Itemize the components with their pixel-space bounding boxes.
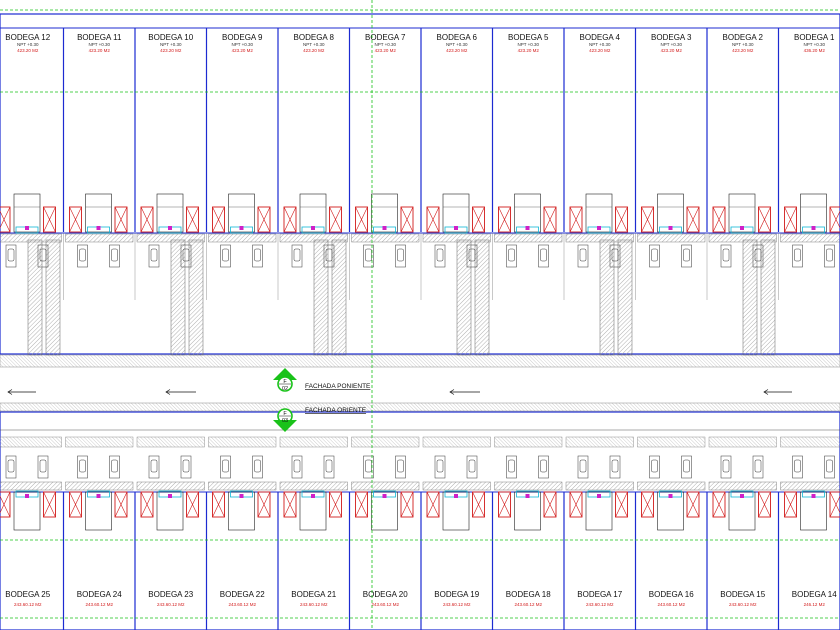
bay-level: NPT +0.30 — [589, 42, 611, 47]
bay-bottom[interactable]: BODEGA 18 243.60.12 M2 — [491, 436, 563, 630]
bay-name: BODEGA 25 — [5, 590, 50, 599]
bay-top[interactable]: BODEGA 9NPT +0.30423.20 M2 — [205, 28, 277, 300]
bay-area: 243.60.12 M2 — [157, 602, 185, 607]
bay-top[interactable]: BODEGA 11NPT +0.30423.20 M2 — [62, 28, 134, 300]
bay-bottom[interactable]: BODEGA 22 243.60.12 M2 — [205, 436, 277, 630]
bay-level: NPT +0.30 — [231, 42, 253, 47]
traffic-arrows — [7, 389, 792, 395]
bay-bottom[interactable]: BODEGA 14 246.12 M2 — [777, 436, 840, 630]
bay-name: BODEGA 7 — [365, 33, 406, 42]
bay-area: 423.20 M2 — [303, 48, 325, 53]
bay-bottom[interactable]: BODEGA 25 243.60.12 M2 — [0, 436, 62, 630]
warehouse-floor-plan: BODEGA 12NPT +0.30423.20 M2BODEGA 11NPT … — [0, 0, 840, 630]
bay-area: 243.60.12 M2 — [657, 602, 685, 607]
bay-top[interactable]: BODEGA 3NPT +0.30423.20 M2 — [634, 28, 706, 300]
bay-name: BODEGA 5 — [508, 33, 549, 42]
bay-bottom[interactable]: BODEGA 24 243.60.12 M2 — [62, 436, 134, 630]
plan-structure — [0, 13, 840, 630]
bay-name: BODEGA 11 — [77, 33, 122, 42]
bay-level: NPT +0.30 — [803, 42, 825, 47]
bay-bottom[interactable]: BODEGA 15 243.60.12 M2 — [706, 436, 777, 630]
bay-name: BODEGA 2 — [723, 33, 764, 42]
bay-level: NPT +0.30 — [160, 42, 182, 47]
bay-area: 243.60.12 M2 — [300, 602, 328, 607]
bay-name: BODEGA 15 — [720, 590, 765, 599]
bay-bottom[interactable]: BODEGA 16 243.60.12 M2 — [634, 436, 706, 630]
bay-level: NPT +0.30 — [17, 42, 39, 47]
bay-bottom[interactable]: BODEGA 21 243.60.12 M2 — [277, 436, 348, 630]
bay-name: BODEGA 1 — [794, 33, 835, 42]
bay-level: NPT +0.30 — [517, 42, 539, 47]
bay-area: 246.12 M2 — [804, 602, 826, 607]
bay-area: 423.20 M2 — [661, 48, 683, 53]
section-marker-f02[interactable]: F 02 FACHADA PONIENTE — [273, 368, 371, 392]
top-building-frame — [0, 13, 840, 355]
bay-name: BODEGA 10 — [148, 33, 193, 42]
bay-area: 423.20 M2 — [160, 48, 182, 53]
bay-bottom[interactable]: BODEGA 17 243.60.12 M2 — [563, 436, 634, 630]
bay-name: BODEGA 24 — [77, 590, 122, 599]
bay-level: NPT +0.30 — [660, 42, 682, 47]
section-title: FACHADA ORIENTE — [305, 407, 367, 414]
bay-name: BODEGA 23 — [148, 590, 193, 599]
bay-area: 423.20 M2 — [446, 48, 468, 53]
bay-top[interactable]: BODEGA 5NPT +0.30423.20 M2 — [491, 28, 563, 300]
bay-area: 423.20 M2 — [17, 48, 39, 53]
bay-area: 423.20 M2 — [518, 48, 540, 53]
bay-level: NPT +0.30 — [446, 42, 468, 47]
bay-area: 243.60.12 M2 — [586, 602, 614, 607]
bay-name: BODEGA 20 — [363, 590, 408, 599]
bay-area: 423.20 M2 — [232, 48, 254, 53]
bays-bottom-row: BODEGA 25 243.60.12 M2 BODEGA 24 243.60.12 … — [0, 436, 840, 630]
road-band-bottom — [0, 402, 840, 412]
bay-area: 243.60.12 M2 — [85, 602, 113, 607]
section-number: 02 — [282, 386, 288, 392]
bay-area: 423.20 M2 — [732, 48, 754, 53]
bay-area: 243.60.12 M2 — [443, 602, 471, 607]
bays-top-row: BODEGA 12NPT +0.30423.20 M2BODEGA 11NPT … — [0, 28, 840, 300]
bay-bottom[interactable]: BODEGA 23 243.60.12 M2 — [134, 436, 205, 630]
bay-area: 243.60.12 M2 — [514, 602, 542, 607]
bay-name: BODEGA 6 — [437, 33, 478, 42]
bay-name: BODEGA 19 — [434, 590, 479, 599]
bay-name: BODEGA 8 — [294, 33, 335, 42]
bay-top[interactable]: BODEGA 7NPT +0.30423.20 M2 — [348, 28, 420, 300]
bay-level: NPT +0.30 — [374, 42, 396, 47]
section-number: 03 — [282, 418, 288, 424]
section-title: FACHADA PONIENTE — [305, 383, 371, 390]
bay-name: BODEGA 21 — [291, 590, 336, 599]
road-band-top — [0, 354, 840, 368]
bay-name: BODEGA 9 — [222, 33, 263, 42]
bay-name: BODEGA 12 — [5, 33, 50, 42]
bay-level: NPT +0.30 — [303, 42, 325, 47]
bay-name: BODEGA 3 — [651, 33, 692, 42]
bay-top[interactable]: BODEGA 1NPT +0.30436.20 M2 — [777, 28, 840, 300]
bay-area: 436.20 M2 — [804, 48, 826, 53]
bay-level: NPT +0.30 — [88, 42, 110, 47]
bay-area: 243.60.12 M2 — [228, 602, 256, 607]
guide-lines — [0, 0, 840, 630]
bay-bottom[interactable]: BODEGA 19 243.60.12 M2 — [420, 436, 491, 630]
bay-area: 423.20 M2 — [375, 48, 397, 53]
bay-area: 423.20 M2 — [589, 48, 611, 53]
bay-level: NPT +0.30 — [732, 42, 754, 47]
bay-name: BODEGA 4 — [580, 33, 621, 42]
bay-area: 243.60.12 M2 — [371, 602, 399, 607]
bay-name: BODEGA 22 — [220, 590, 265, 599]
bay-name: BODEGA 14 — [792, 590, 837, 599]
bay-area: 423.20 M2 — [89, 48, 111, 53]
bay-name: BODEGA 17 — [577, 590, 622, 599]
bay-bottom[interactable]: BODEGA 20 243.60.12 M2 — [348, 436, 420, 630]
section-marker-f03[interactable]: F 03 FACHADA ORIENTE — [273, 407, 367, 432]
bay-area: 243.60.12 M2 — [729, 602, 757, 607]
bay-name: BODEGA 16 — [649, 590, 694, 599]
driveway-ramps — [27, 239, 776, 356]
bay-name: BODEGA 18 — [506, 590, 551, 599]
bay-area: 243.60.12 M2 — [14, 602, 42, 607]
